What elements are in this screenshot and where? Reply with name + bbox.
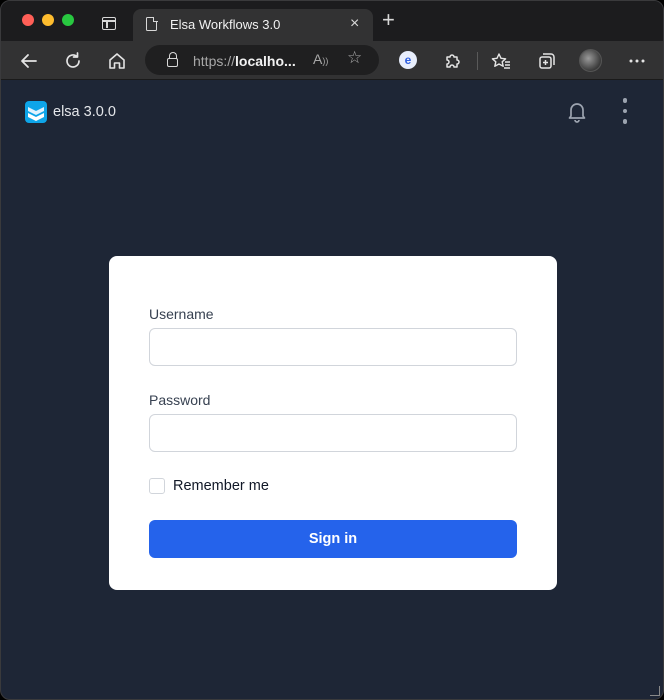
notifications-bell-icon[interactable] [565,99,589,125]
menu-kebab-icon[interactable] [620,98,630,126]
elsa-logo-icon[interactable] [25,101,47,123]
url-text[interactable]: https://localho... [193,53,296,69]
username-label: Username [149,306,214,322]
back-icon[interactable] [17,49,41,73]
tab-actions-icon[interactable] [102,17,116,30]
tab-strip: Elsa Workflows 3.0 × + [1,1,663,41]
minimize-window-button[interactable] [42,14,54,26]
more-icon[interactable] [625,49,649,73]
remember-me-checkbox[interactable] [149,478,165,494]
add-favorite-icon[interactable]: ☆ [347,48,362,68]
remember-me-label[interactable]: Remember me [173,478,269,494]
close-window-button[interactable] [22,14,34,26]
tab-close-icon[interactable]: × [350,15,359,33]
extension-icon[interactable]: e [399,51,417,69]
lock-icon[interactable] [167,52,178,67]
address-bar[interactable]: https://localho... A)) ☆ [145,45,379,75]
tab-elsa-workflows[interactable]: Elsa Workflows 3.0 × [133,9,373,41]
resize-handle[interactable] [650,686,660,696]
tab-title: Elsa Workflows 3.0 [170,17,281,32]
refresh-icon[interactable] [61,49,85,73]
toolbar-separator [477,52,478,70]
favorites-icon[interactable] [489,49,513,73]
brand-name[interactable]: elsa 3.0.0 [53,104,116,120]
browser-toolbar: https://localho... A)) ☆ e [1,41,663,80]
collections-icon[interactable] [533,49,557,73]
zoom-window-button[interactable] [62,14,74,26]
password-input[interactable] [149,414,517,452]
read-aloud-icon[interactable]: A)) [313,51,328,67]
page-icon [146,16,158,31]
home-icon[interactable] [105,49,129,73]
login-card: Username Password Remember me Sign in [109,256,557,590]
extensions-puzzle-icon[interactable] [440,49,464,73]
profile-avatar[interactable] [579,49,602,72]
password-label: Password [149,392,211,408]
username-input[interactable] [149,328,517,366]
sign-in-button[interactable]: Sign in [149,520,517,558]
new-tab-icon[interactable]: + [382,9,395,31]
browser-window: Elsa Workflows 3.0 × + https://localho..… [0,0,664,700]
